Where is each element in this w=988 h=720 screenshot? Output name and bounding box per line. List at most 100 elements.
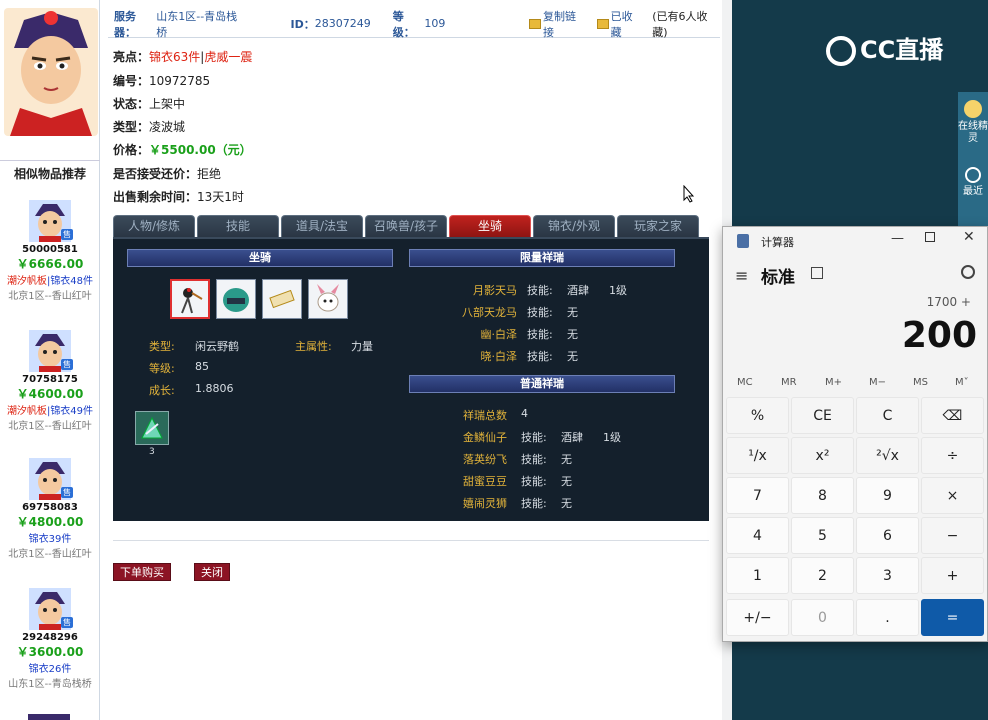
- sqrt-key[interactable]: ²√x: [856, 437, 919, 474]
- digit-0-key[interactable]: 0: [791, 599, 854, 636]
- status-row: 状态：上架中: [113, 97, 186, 111]
- normal-header: 普通祥瑞: [409, 375, 675, 393]
- item-tag: 锦衣49件: [50, 406, 94, 417]
- armor-icon: [141, 416, 163, 439]
- item-price: ￥4600.00: [16, 387, 84, 401]
- tab-home[interactable]: 玩家之家: [617, 215, 699, 237]
- memory-list-button[interactable]: M˅: [955, 377, 969, 388]
- tab-outfits[interactable]: 锦衣/外观: [533, 215, 615, 237]
- subtract-key[interactable]: −: [921, 517, 984, 554]
- digit-9-key[interactable]: 9: [856, 477, 919, 514]
- reciprocal-key[interactable]: ¹/x: [726, 437, 789, 474]
- keep-on-top-icon[interactable]: [811, 267, 823, 279]
- id-value: 28307249: [314, 17, 371, 30]
- clear-entry-key[interactable]: CE: [791, 397, 854, 434]
- hamburger-menu-icon[interactable]: ≡: [735, 266, 748, 285]
- highlight-b: 虎威一震: [204, 50, 253, 64]
- item-tag: 锦衣26件: [28, 664, 72, 675]
- backspace-key[interactable]: ⌫: [921, 397, 984, 434]
- close-window-button[interactable]: ✕: [963, 229, 975, 245]
- digit-3-key[interactable]: 3: [856, 557, 919, 594]
- counter-offer-row: 是否接受还价：拒绝: [113, 167, 222, 181]
- mount-equipment-slot[interactable]: [135, 411, 169, 445]
- memory-clear-button[interactable]: MC: [737, 377, 753, 388]
- memory-subtract-button[interactable]: M−: [869, 377, 886, 388]
- history-icon[interactable]: [961, 265, 975, 279]
- item-avatar[interactable]: 售: [29, 330, 73, 372]
- favorite-button[interactable]: 已收藏: [597, 8, 642, 40]
- limited-mount-name: 月影天马: [473, 284, 517, 297]
- detail-tabs: 人物/修炼 技能 道具/法宝 召唤兽/孩子 坐骑 锦衣/外观 玩家之家: [113, 215, 709, 237]
- copy-link-button[interactable]: 复制链接: [529, 8, 585, 40]
- memory-store-button[interactable]: MS: [913, 377, 928, 388]
- divider: [113, 540, 709, 541]
- similar-item[interactable]: 售 69758083 ￥4800.00 锦衣39件 北京1区--香山红叶: [0, 458, 100, 560]
- item-avatar[interactable]: 售: [29, 458, 73, 500]
- clear-key[interactable]: C: [856, 397, 919, 434]
- tab-pets[interactable]: 召唤兽/孩子: [365, 215, 447, 237]
- decimal-key[interactable]: .: [856, 599, 919, 636]
- minimize-button[interactable]: —: [891, 231, 904, 246]
- normal-mount-name: 甜蜜豆豆: [463, 475, 507, 488]
- main-attr-label: 主属性:: [295, 340, 332, 353]
- normal-mount-name: 嬉闹灵狮: [463, 497, 507, 510]
- calculator-window: 计算器 — ✕ ≡ 标准 1700 + 200 MC MR M+ M− MS M…: [722, 226, 988, 642]
- sale-badge: 售: [61, 229, 73, 240]
- digit-8-key[interactable]: 8: [791, 477, 854, 514]
- item-avatar[interactable]: 售: [29, 588, 73, 630]
- item-tag: 锦衣48件: [50, 276, 94, 287]
- memory-add-button[interactable]: M+: [825, 377, 842, 388]
- digit-1-key[interactable]: 1: [726, 557, 789, 594]
- digit-2-key[interactable]: 2: [791, 557, 854, 594]
- similar-item[interactable]: 售 50000581 ￥6666.00 潮汐帆板|锦衣48件 北京1区--香山红…: [0, 200, 100, 302]
- item-tag-highlight: 潮汐帆板: [6, 276, 47, 287]
- digit-5-key[interactable]: 5: [791, 517, 854, 554]
- multiply-key[interactable]: ×: [921, 477, 984, 514]
- negate-key[interactable]: +/−: [726, 599, 789, 636]
- online-sprite-button[interactable]: 在线精灵: [958, 100, 988, 145]
- digit-6-key[interactable]: 6: [856, 517, 919, 554]
- folder-icon: [597, 18, 609, 29]
- mount-slot-scroll[interactable]: [262, 279, 302, 319]
- level-label: 等级：: [392, 9, 415, 39]
- calculator-expression: 1700 +: [926, 295, 971, 309]
- type-row: 类型：凌波城: [113, 120, 186, 134]
- buy-button[interactable]: 下单购买: [113, 563, 171, 581]
- price-value: ￥5500.00（元）: [149, 143, 252, 157]
- tab-mounts[interactable]: 坐骑: [449, 215, 531, 237]
- tab-character[interactable]: 人物/修炼: [113, 215, 195, 237]
- highlight-a: 锦衣63件: [149, 50, 201, 64]
- digit-4-key[interactable]: 4: [726, 517, 789, 554]
- maximize-button[interactable]: [925, 232, 935, 242]
- memory-recall-button[interactable]: MR: [781, 377, 797, 388]
- equals-key[interactable]: =: [921, 599, 984, 636]
- item-server: 山东1区--青岛栈桥: [8, 679, 92, 690]
- similar-item[interactable]: 售 29248296 ￥3600.00 锦衣26件 山东1区--青岛栈桥: [0, 588, 100, 690]
- item-price: ￥3600.00: [16, 645, 84, 659]
- add-key[interactable]: +: [921, 557, 984, 594]
- close-button[interactable]: 关闭: [194, 563, 230, 581]
- similar-items-sidebar: 相似物品推荐 售 50000581 ￥6666.00 潮汐帆板|锦衣48件 北京…: [0, 0, 100, 720]
- highlight-row: 亮点：锦衣63件|虎威一震: [113, 50, 253, 64]
- limited-mount-name: 八部天龙马: [462, 306, 517, 319]
- percent-key[interactable]: %: [726, 397, 789, 434]
- square-key[interactable]: x²: [791, 437, 854, 474]
- mount-slot-creature[interactable]: [308, 279, 348, 319]
- item-avatar[interactable]: 售: [29, 200, 73, 242]
- mount-slot-crane[interactable]: [170, 279, 210, 319]
- similar-item[interactable]: 售 70758175 ￥4600.00 潮汐帆板|锦衣49件 北京1区--香山红…: [0, 330, 100, 432]
- next-item-avatar-peek: [28, 714, 70, 720]
- calculator-mode: 标准: [761, 268, 795, 288]
- cc-logo-icon: [826, 36, 856, 66]
- digit-7-key[interactable]: 7: [726, 477, 789, 514]
- divide-key[interactable]: ÷: [921, 437, 984, 474]
- item-tag: 锦衣39件: [28, 534, 72, 545]
- recent-button[interactable]: 最近: [958, 167, 988, 198]
- remaining-time-row: 出售剩余时间：13天1时: [113, 190, 244, 204]
- tab-items[interactable]: 道具/法宝: [281, 215, 363, 237]
- limited-mount-name: 幽·白泽: [480, 328, 518, 341]
- mount-slot-helmet[interactable]: [216, 279, 256, 319]
- tab-skills[interactable]: 技能: [197, 215, 279, 237]
- similar-items-title: 相似物品推荐: [0, 160, 100, 182]
- limited-mount-name: 晓·白泽: [480, 350, 518, 363]
